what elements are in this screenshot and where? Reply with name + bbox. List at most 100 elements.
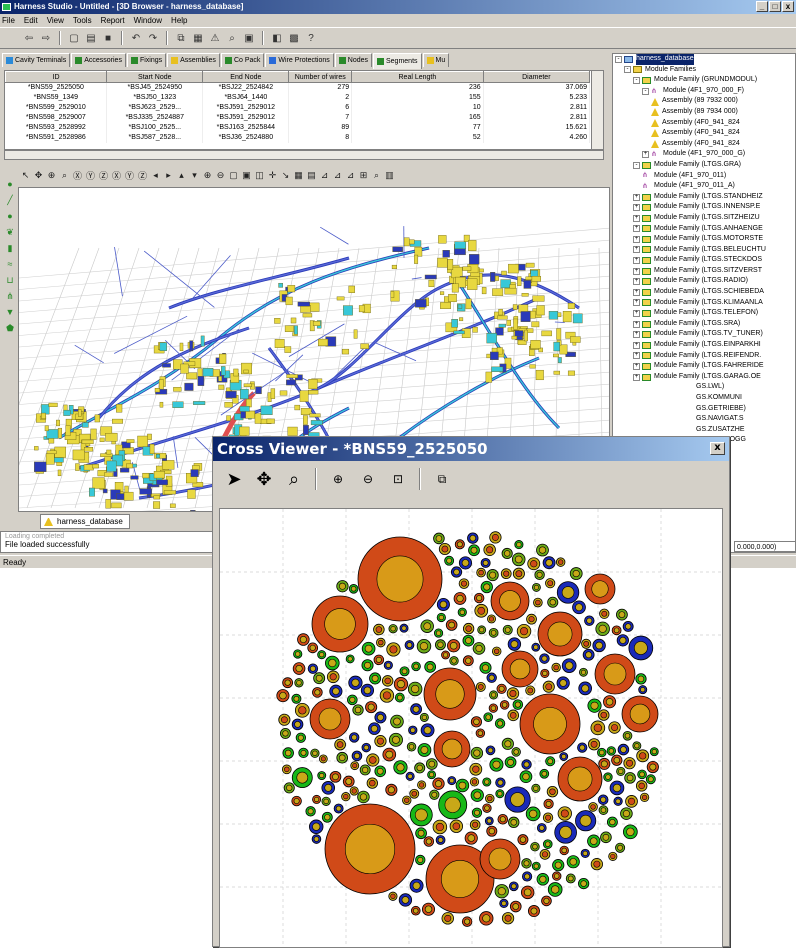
tree-item[interactable]: GS.NAVIGAT.S: [613, 414, 795, 425]
expand-icon[interactable]: +: [633, 215, 640, 222]
expand-icon[interactable]: +: [633, 278, 640, 285]
tree-item[interactable]: +Module Family (LTGS.ANHAENGE: [613, 224, 795, 235]
zoom-out-icon[interactable]: ⊖: [353, 465, 383, 493]
rotate-x-icon[interactable]: Ⓧ: [72, 169, 83, 182]
expand-icon[interactable]: +: [633, 204, 640, 211]
table-icon[interactable]: ▥: [384, 170, 395, 181]
copy-icon[interactable]: ⧉: [427, 465, 457, 493]
tree-item[interactable]: GS.ZUSATZHE: [613, 425, 795, 436]
zoom-window-icon[interactable]: ⊕: [46, 170, 57, 181]
tree-item[interactable]: +Module Family (LTGS.SITZVERST: [613, 266, 795, 277]
minimize-button[interactable]: _: [756, 1, 768, 12]
grid-icon[interactable]: ▦: [191, 31, 205, 45]
tree-item[interactable]: -Module Family (GRUNDMODUL): [613, 75, 795, 86]
table-row[interactable]: *BNS59_2525050*BSJ45_2524950*BSJ22_25248…: [6, 83, 590, 93]
tab-wire-protections[interactable]: Wire Protections: [265, 53, 333, 67]
table-horizontal-scrollbar[interactable]: [4, 150, 604, 160]
tree-item[interactable]: Assembly (4F0_941_824: [613, 139, 795, 150]
plane-xy-icon[interactable]: ⊿: [319, 170, 330, 181]
dialog-icon[interactable]: ▣: [242, 31, 256, 45]
arrow-left-icon[interactable]: ◂: [150, 170, 161, 181]
menu-help[interactable]: Help: [171, 16, 187, 25]
tree-item[interactable]: -⋔Module (4F1_970_000_F): [613, 86, 795, 97]
expand-icon[interactable]: +: [633, 310, 640, 317]
document-tab[interactable]: harness_database: [40, 514, 130, 529]
render-icon[interactable]: ▣: [241, 170, 252, 181]
tree-item[interactable]: +Module Family (LTGS.RADIO): [613, 276, 795, 287]
tree-item[interactable]: +Module Family (LTGS.SITZHEIZU: [613, 213, 795, 224]
select-arrow-icon[interactable]: ➤: [219, 465, 249, 493]
menu-report[interactable]: Report: [101, 16, 125, 25]
tree-item[interactable]: +Module Family (LTGS.GARAG.OE: [613, 372, 795, 383]
arrow-up-icon[interactable]: ▴: [176, 170, 187, 181]
forward-icon[interactable]: ⇨: [39, 31, 53, 45]
zoom-icon[interactable]: ⌕: [59, 170, 70, 181]
layers-icon[interactable]: ◫: [254, 170, 265, 181]
menu-tools[interactable]: Tools: [73, 16, 92, 25]
redo-icon[interactable]: ↷: [146, 31, 160, 45]
tree-item[interactable]: +Module Family (LTGS.STECKDOS: [613, 255, 795, 266]
rotate-y-icon[interactable]: Ⓨ: [85, 169, 96, 182]
maximize-button[interactable]: □: [769, 1, 781, 12]
warning-icon[interactable]: ⚠: [208, 31, 222, 45]
report-icon[interactable]: ▩: [287, 31, 301, 45]
arrow-right-icon[interactable]: ▸: [163, 170, 174, 181]
new-file-icon[interactable]: ▢: [67, 31, 81, 45]
tab-co-pack[interactable]: Co Pack: [221, 53, 264, 67]
collapse-icon[interactable]: -: [624, 66, 631, 73]
zoom-in-icon[interactable]: ⊕: [323, 465, 353, 493]
magnifier-icon[interactable]: ⌕: [279, 465, 309, 493]
column-header[interactable]: Start Node: [107, 72, 203, 83]
zoom-out-icon[interactable]: ⊖: [215, 170, 226, 181]
tab-cavity-terminals[interactable]: Cavity Terminals: [2, 53, 70, 67]
help-icon[interactable]: ?: [304, 31, 318, 45]
menu-view[interactable]: View: [47, 16, 64, 25]
cross-viewer-close-button[interactable]: x: [710, 442, 725, 455]
tree-item[interactable]: -Module Family (LTGS.GRA): [613, 160, 795, 171]
menu-window[interactable]: Window: [134, 16, 162, 25]
collapse-icon[interactable]: -: [633, 77, 640, 84]
collapse-icon[interactable]: -: [615, 56, 622, 63]
tree-item[interactable]: +Module Family (LTGS.FAHRERIDE: [613, 361, 795, 372]
grid-icon[interactable]: ⊞: [358, 170, 369, 181]
expand-icon[interactable]: +: [633, 236, 640, 243]
column-header[interactable]: Real Length: [352, 72, 484, 83]
tree-item[interactable]: Assembly (4F0_941_824: [613, 128, 795, 139]
tab-nodes[interactable]: Nodes: [335, 53, 372, 67]
expand-icon[interactable]: +: [633, 268, 640, 275]
tab-mu[interactable]: Mu: [423, 53, 450, 67]
mesh-icon[interactable]: ▦: [293, 170, 304, 181]
expand-icon[interactable]: +: [633, 289, 640, 296]
tree-item[interactable]: +Module Family (LTGS.BELEUCHTU: [613, 245, 795, 256]
tab-segments[interactable]: Segments: [373, 53, 422, 69]
dot-icon[interactable]: ●: [7, 210, 12, 223]
cross-section-canvas[interactable]: [219, 508, 723, 948]
select-icon[interactable]: ↖: [20, 170, 31, 181]
tree-item[interactable]: +Module Family (LTGS.SCHIEBEDA: [613, 287, 795, 298]
sheet-icon[interactable]: ▤: [306, 170, 317, 181]
tree-item[interactable]: GS.LWL): [613, 382, 795, 393]
tree-item[interactable]: -Module Families: [613, 65, 795, 76]
zoom-fit-icon[interactable]: ⊡: [383, 465, 413, 493]
tab-accessories[interactable]: Accessories: [71, 53, 126, 67]
save-icon[interactable]: ■: [101, 31, 115, 45]
column-header[interactable]: End Node: [203, 72, 289, 83]
expand-icon[interactable]: +: [633, 225, 640, 232]
tree-item[interactable]: +Module Family (LTGS.KLIMAANLA: [613, 298, 795, 309]
menu-edit[interactable]: Edit: [24, 16, 38, 25]
split-icon[interactable]: ❦: [6, 226, 14, 239]
tree-item[interactable]: GS.GETRIEBE): [613, 404, 795, 415]
tab-assemblies[interactable]: Assemblies: [167, 53, 220, 67]
zoom-in-icon[interactable]: ⊕: [202, 170, 213, 181]
expand-icon[interactable]: +: [633, 299, 640, 306]
tree-item[interactable]: +Module Family (LTGS.INNENSP.E: [613, 202, 795, 213]
collapse-icon[interactable]: -: [633, 162, 640, 169]
collapse-icon[interactable]: -: [642, 88, 649, 95]
copy-icon[interactable]: ⧉: [174, 31, 188, 45]
expand-icon[interactable]: +: [633, 321, 640, 328]
funnel-icon[interactable]: ▼: [6, 306, 15, 319]
table-vertical-scrollbar[interactable]: [591, 71, 603, 149]
column-header[interactable]: ID: [6, 72, 107, 83]
rotate-z2-icon[interactable]: Ⓩ: [137, 169, 148, 182]
tree-item[interactable]: +Module Family (LTGS.STANDHEIZ: [613, 192, 795, 203]
